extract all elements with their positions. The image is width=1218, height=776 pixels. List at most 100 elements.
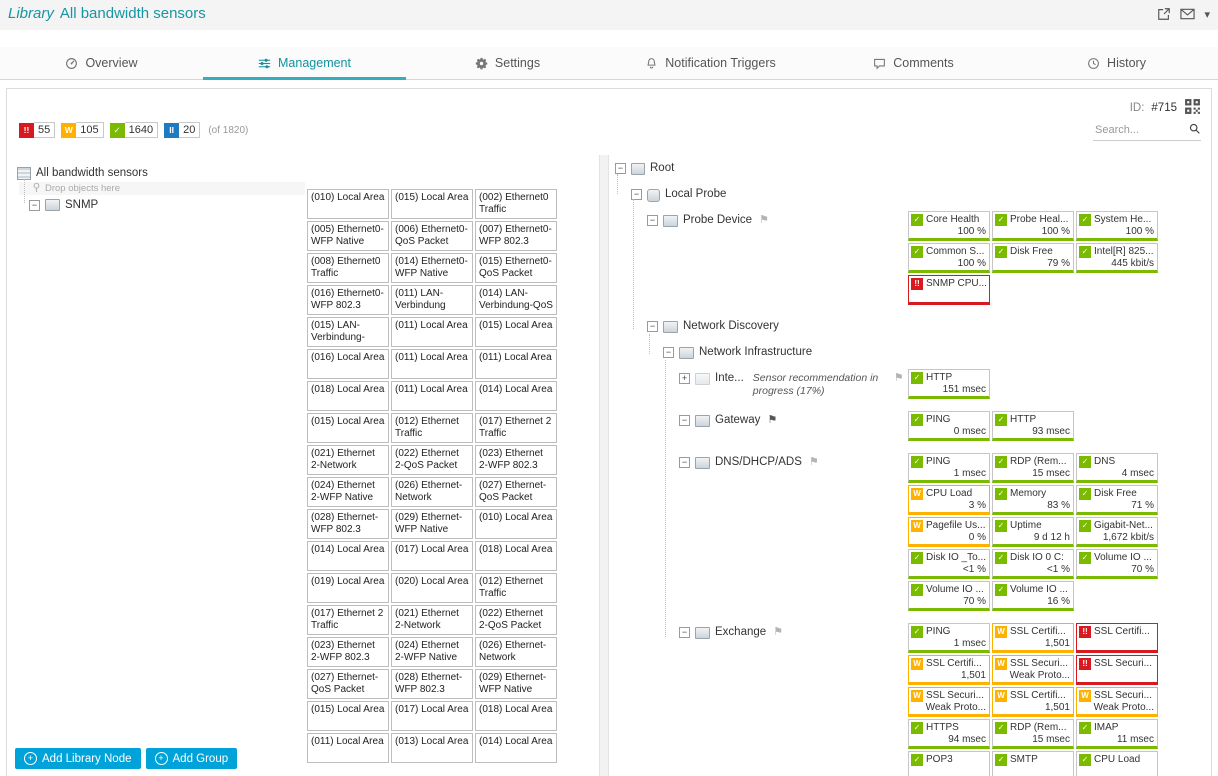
library-sensor-item[interactable]: (014) Local Area — [475, 381, 557, 411]
library-sensor-item[interactable]: (011) Local Area — [391, 381, 473, 411]
sensor-ssl-securi[interactable]: !!SSL Securi... — [1076, 655, 1158, 685]
collapse-icon[interactable]: − — [679, 627, 690, 638]
library-sensor-item[interactable]: (017) Local Area — [391, 541, 473, 571]
collapse-icon[interactable]: − — [29, 200, 40, 211]
library-sensor-item[interactable]: (014) LAN-Verbindung-QoS — [475, 285, 557, 315]
library-sensor-item[interactable]: (014) Local Area — [475, 733, 557, 763]
library-sensor-item[interactable]: (014) Local Area — [307, 541, 389, 571]
sensor-system-he[interactable]: ✓System He...100 % — [1076, 211, 1158, 241]
tree-node-exchange[interactable]: −Exchange⚑ — [613, 623, 908, 639]
library-sensor-item[interactable]: (027) Ethernet-QoS Packet — [475, 477, 557, 507]
library-sensor-item[interactable]: (011) Local Area — [307, 733, 389, 763]
library-sensor-item[interactable]: (014) Ethernet0-WFP Native — [391, 253, 473, 283]
library-sensor-item[interactable]: (026) Ethernet-Network — [391, 477, 473, 507]
library-sensor-item[interactable]: (015) Local Area — [307, 413, 389, 443]
search-icon[interactable] — [1188, 122, 1201, 138]
library-sensor-item[interactable]: (015) LAN-Verbindung- — [307, 317, 389, 347]
add-library-node-button[interactable]: + Add Library Node — [15, 748, 141, 769]
sensor-ssl-certifi[interactable]: WSSL Certifi...1,501 — [992, 623, 1074, 653]
sensor-ping[interactable]: ✓PING1 msec — [908, 453, 990, 483]
tree-node-dns-dhcp-ads[interactable]: −DNS/DHCP/ADS⚑ — [613, 453, 908, 469]
sensor-ssl-securi[interactable]: WSSL Securi...Weak Proto... — [1076, 687, 1158, 717]
sensor-ssl-securi[interactable]: WSSL Securi...Weak Proto... — [908, 687, 990, 717]
sensor-volume-io[interactable]: ✓Volume IO ...16 % — [992, 581, 1074, 611]
sensor-https[interactable]: ✓HTTPS94 msec — [908, 719, 990, 749]
library-sensor-item[interactable]: (015) Local Area — [475, 317, 557, 347]
library-sensor-item[interactable]: (028) Ethernet-WFP 802.3 — [391, 669, 473, 699]
sensor-pop3[interactable]: ✓POP3 — [908, 751, 990, 776]
library-sensor-item[interactable]: (015) Local Area — [391, 189, 473, 219]
search-input[interactable] — [1093, 123, 1184, 137]
sensor-pagefile-us[interactable]: WPagefile Us...0 % — [908, 517, 990, 547]
drop-target[interactable]: Drop objects here — [19, 182, 305, 195]
collapse-icon[interactable]: − — [647, 215, 658, 226]
library-sensor-item[interactable]: (029) Ethernet-WFP Native — [391, 509, 473, 539]
library-root-node[interactable]: All bandwidth sensors — [17, 165, 305, 181]
mail-icon[interactable] — [1180, 8, 1195, 20]
library-sensor-item[interactable]: (021) Ethernet 2-Network — [307, 445, 389, 475]
sensor-dns[interactable]: ✓DNS4 msec — [1076, 453, 1158, 483]
library-sensor-item[interactable]: (011) Local Area — [391, 317, 473, 347]
tree-node-network-infrastructure[interactable]: −Network Infrastructure — [613, 343, 908, 359]
library-sensor-item[interactable]: (027) Ethernet-QoS Packet — [307, 669, 389, 699]
collapse-icon[interactable]: − — [679, 457, 690, 468]
sensor-ssl-certifi[interactable]: WSSL Certifi...1,501 — [992, 687, 1074, 717]
library-sensor-item[interactable]: (002) Ethernet0 Traffic — [475, 189, 557, 219]
sensor-disk-free[interactable]: ✓Disk Free79 % — [992, 243, 1074, 273]
tab-settings[interactable]: Settings — [406, 47, 609, 79]
sensor-ssl-securi[interactable]: WSSL Securi...Weak Proto... — [992, 655, 1074, 685]
sensor-ping[interactable]: ✓PING0 msec — [908, 411, 990, 441]
sensor-volume-io[interactable]: ✓Volume IO ...70 % — [908, 581, 990, 611]
tree-node-inte[interactable]: +Inte...Sensor recommendation in progres… — [613, 369, 908, 398]
sensor-volume-io[interactable]: ✓Volume IO ...70 % — [1076, 549, 1158, 579]
sensor-memory[interactable]: ✓Memory83 % — [992, 485, 1074, 515]
sensor-http[interactable]: ✓HTTP93 msec — [992, 411, 1074, 441]
library-sensor-item[interactable]: (017) Ethernet 2 Traffic — [307, 605, 389, 635]
sensor-cpu-load[interactable]: WCPU Load3 % — [908, 485, 990, 515]
sensor-ssl-certifi[interactable]: WSSL Certifi...1,501 — [908, 655, 990, 685]
qr-code-icon[interactable] — [1184, 98, 1201, 118]
status-badge-ok[interactable]: ✓1640 — [110, 122, 158, 138]
sensor-rdp-rem[interactable]: ✓RDP (Rem...15 msec — [992, 719, 1074, 749]
sensor-snmp-cpu[interactable]: !!SNMP CPU... — [908, 275, 990, 305]
sensor-core-health[interactable]: ✓Core Health100 % — [908, 211, 990, 241]
sensor-probe-heal[interactable]: ✓Probe Heal...100 % — [992, 211, 1074, 241]
library-sensor-item[interactable]: (008) Ethernet0 Traffic — [307, 253, 389, 283]
status-badge-error[interactable]: !!55 — [19, 122, 55, 138]
status-badge-paused[interactable]: II20 — [164, 122, 200, 138]
export-icon[interactable] — [1157, 7, 1171, 21]
sensor-imap[interactable]: ✓IMAP11 msec — [1076, 719, 1158, 749]
library-sensor-item[interactable]: (017) Ethernet 2 Traffic — [475, 413, 557, 443]
tab-notification-triggers[interactable]: Notification Triggers — [609, 47, 812, 79]
expand-icon[interactable]: + — [679, 373, 690, 384]
sensor-gigabit-net[interactable]: ✓Gigabit-Net...1,672 kbit/s — [1076, 517, 1158, 547]
tree-node-probe-device[interactable]: −Probe Device⚑ — [613, 211, 908, 227]
sensor-common-s[interactable]: ✓Common S...100 % — [908, 243, 990, 273]
library-sensor-item[interactable]: (023) Ethernet 2-WFP 802.3 — [475, 445, 557, 475]
collapse-icon[interactable]: − — [679, 415, 690, 426]
library-sensor-item[interactable]: (023) Ethernet 2-WFP 802.3 — [307, 637, 389, 667]
library-sensor-item[interactable]: (028) Ethernet-WFP 802.3 — [307, 509, 389, 539]
sensor-ssl-certifi[interactable]: !!SSL Certifi... — [1076, 623, 1158, 653]
library-sensor-item[interactable]: (018) Local Area — [475, 701, 557, 731]
library-sensor-item[interactable]: (015) Local Area — [307, 701, 389, 731]
sensor-disk-io-to[interactable]: ✓Disk IO _To...<1 % — [908, 549, 990, 579]
sensor-cpu-load[interactable]: ✓CPU Load — [1076, 751, 1158, 776]
tab-comments[interactable]: Comments — [812, 47, 1015, 79]
tree-node-root[interactable]: −Root — [613, 159, 908, 175]
library-sensor-item[interactable]: (016) Local Area — [307, 349, 389, 379]
library-sensor-item[interactable]: (010) Local Area — [307, 189, 389, 219]
collapse-icon[interactable]: − — [615, 163, 626, 174]
library-sensor-item[interactable]: (013) Local Area — [391, 733, 473, 763]
sensor-smtp[interactable]: ✓SMTP — [992, 751, 1074, 776]
library-sensor-item[interactable]: (005) Ethernet0-WFP Native — [307, 221, 389, 251]
tab-management[interactable]: Management — [203, 47, 406, 79]
library-sensor-item[interactable]: (018) Local Area — [475, 541, 557, 571]
collapse-icon[interactable]: − — [663, 347, 674, 358]
library-sensor-item[interactable]: (011) LAN-Verbindung — [391, 285, 473, 315]
tab-history[interactable]: History — [1015, 47, 1218, 79]
library-sensor-item[interactable]: (012) Ethernet Traffic — [475, 573, 557, 603]
sensor-disk-free[interactable]: ✓Disk Free71 % — [1076, 485, 1158, 515]
library-sensor-item[interactable]: (029) Ethernet-WFP Native — [475, 669, 557, 699]
sensor-disk-io-0-c[interactable]: ✓Disk IO 0 C:<1 % — [992, 549, 1074, 579]
